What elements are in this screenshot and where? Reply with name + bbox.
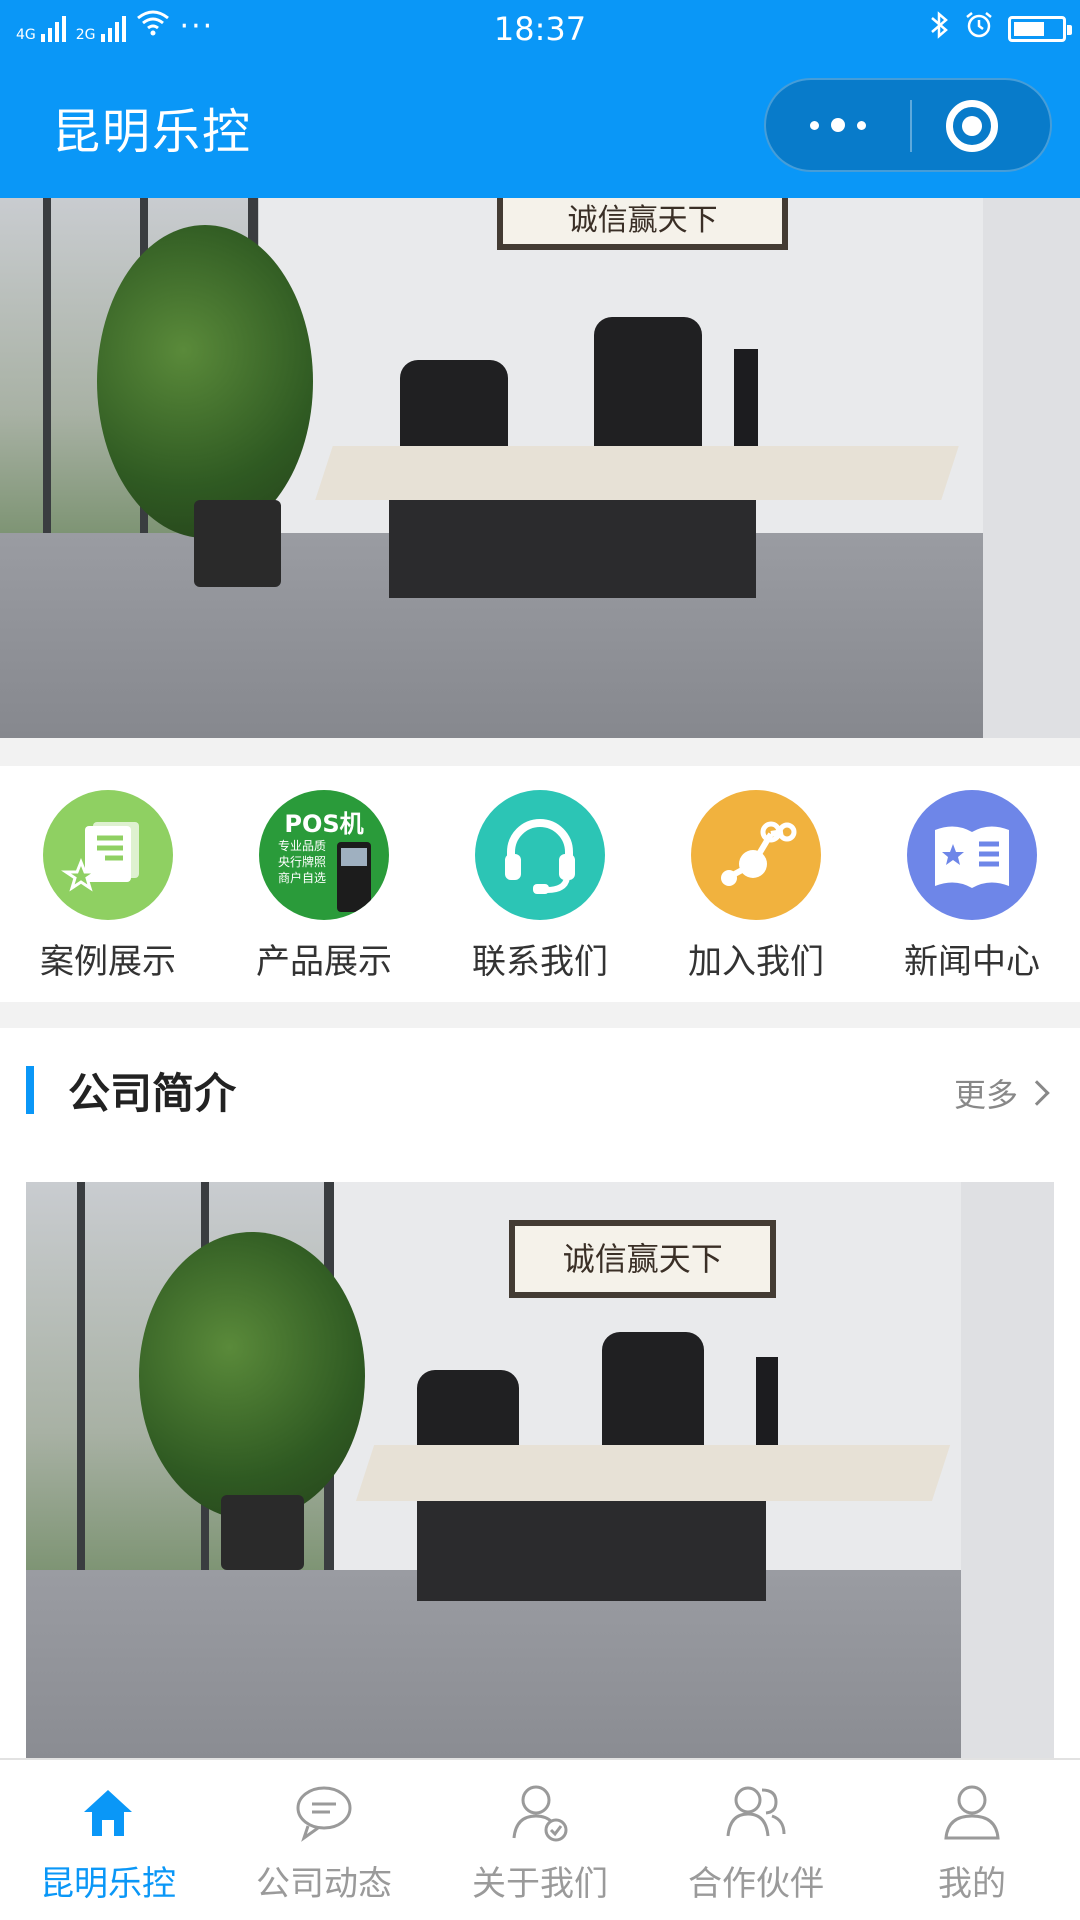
- calligraphy-frame: 诚信赢天下: [496, 198, 789, 250]
- tab-home[interactable]: 昆明乐控: [0, 1782, 216, 1905]
- menu-label: 加入我们: [688, 942, 824, 982]
- case-showcase-icon: [43, 790, 173, 920]
- status-bar: 4G 2G ··· 18:37: [0, 0, 1080, 58]
- miniprogram-capsule: [764, 78, 1052, 172]
- close-miniprogram-button[interactable]: [946, 100, 998, 152]
- tab-about[interactable]: 关于我们: [432, 1782, 648, 1905]
- news-book-icon: [907, 790, 1037, 920]
- tab-label: 公司动态: [256, 1864, 392, 1904]
- quick-menu: 案例展示 POS机 专业品质 央行牌照 商户自选 产品展示 联系我们 加入我们 …: [0, 766, 1080, 1002]
- menu-label: 新闻中心: [904, 942, 1040, 982]
- partners-icon: [726, 1782, 786, 1842]
- tab-label: 我的: [938, 1864, 1006, 1904]
- menu-item-contact[interactable]: 联系我们: [432, 790, 648, 983]
- menu-label: 联系我们: [472, 942, 608, 982]
- battery-icon: [1008, 16, 1072, 42]
- section-accent-bar: [26, 1066, 34, 1114]
- capsule-divider: [910, 100, 912, 152]
- pos-machine-product-icon: POS机 专业品质 央行牌照 商户自选: [259, 790, 389, 920]
- tab-label: 关于我们: [472, 1864, 608, 1904]
- menu-item-products[interactable]: POS机 专业品质 央行牌照 商户自选 产品展示: [216, 790, 432, 983]
- more-menu-button[interactable]: [766, 80, 910, 170]
- company-office-photo[interactable]: 诚信赢天下: [26, 1182, 1054, 1808]
- tab-label: 合作伙伴: [688, 1864, 824, 1904]
- section-title: 公司简介: [68, 1069, 237, 1118]
- menu-item-cases[interactable]: 案例展示: [0, 790, 216, 983]
- menu-label: 案例展示: [40, 942, 176, 982]
- more-link[interactable]: 更多: [954, 1070, 1052, 1116]
- page-title: 昆明乐控: [52, 104, 253, 160]
- chevron-right-icon: [1024, 1080, 1050, 1106]
- menu-label: 产品展示: [256, 942, 392, 982]
- banner-carousel[interactable]: 诚信赢天下: [0, 198, 1080, 738]
- menu-item-news[interactable]: 新闻中心: [864, 790, 1080, 983]
- home-icon: [78, 1782, 138, 1842]
- tab-partners[interactable]: 合作伙伴: [648, 1782, 864, 1905]
- alarm-icon: [964, 10, 994, 48]
- bluetooth-icon: [928, 10, 950, 48]
- user-verified-icon: [510, 1782, 570, 1842]
- chat-bubble-icon: [294, 1782, 354, 1842]
- profile-icon: [942, 1782, 1002, 1842]
- top-bar: 4G 2G ··· 18:37 昆明乐控: [0, 0, 1080, 198]
- tab-profile[interactable]: 我的: [864, 1782, 1080, 1905]
- tab-news[interactable]: 公司动态: [216, 1782, 432, 1905]
- company-intro-section: 公司简介 更多 诚信赢天下: [0, 1028, 1080, 1808]
- tab-label: 昆明乐控: [40, 1864, 176, 1904]
- status-time: 18:37: [493, 10, 587, 48]
- headset-icon: [475, 790, 605, 920]
- bottom-tab-bar: 昆明乐控 公司动态 关于我们 合作伙伴 我的: [0, 1758, 1080, 1920]
- more-label: 更多: [953, 1076, 1018, 1114]
- banner-office-photo: 诚信赢天下: [0, 198, 1080, 738]
- menu-item-join[interactable]: 加入我们: [648, 790, 864, 983]
- calligraphy-frame: 诚信赢天下: [509, 1219, 777, 1298]
- share-network-icon: [691, 790, 821, 920]
